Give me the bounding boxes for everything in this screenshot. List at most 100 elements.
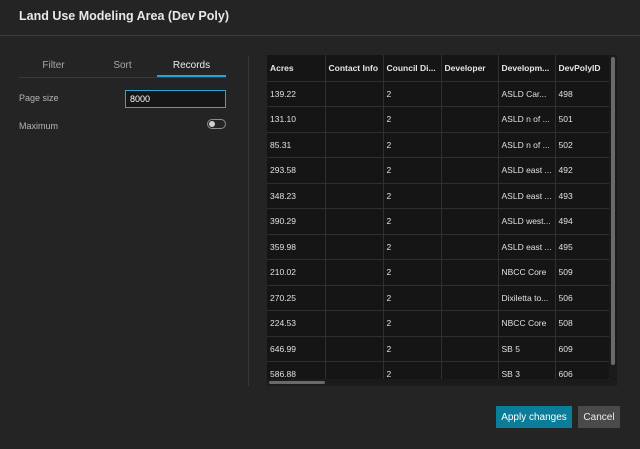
table-cell: 348.23: [267, 183, 326, 209]
table-cell: [441, 106, 499, 133]
table-cell: 2: [383, 234, 442, 260]
table-cell: [441, 285, 499, 311]
column-header[interactable]: Contact Info: [325, 55, 384, 82]
maximum-toggle[interactable]: [207, 119, 226, 129]
table-cell: 493: [555, 183, 610, 209]
tab-filter[interactable]: Filter: [19, 58, 88, 77]
table-cell: 609: [555, 336, 610, 362]
column-header[interactable]: Developer: [441, 55, 499, 82]
vertical-scrollbar[interactable]: [609, 55, 617, 378]
column-header[interactable]: DevPolyID: [555, 55, 610, 82]
table-cell: [441, 208, 499, 235]
table-row[interactable]: 139.22 2 ASLD Car... 498: [267, 81, 610, 107]
panel-divider: [248, 56, 249, 386]
table-cell: [441, 234, 499, 260]
table-cell: 359.98: [267, 234, 326, 260]
table-cell: ASLD west...: [498, 208, 556, 235]
column-header[interactable]: Acres: [267, 55, 326, 82]
table-header-row: Acres Contact Info Council Di... Developer D…: [267, 55, 610, 82]
table-cell: ASLD n of ...: [498, 106, 556, 133]
table-cell: 2: [383, 157, 442, 184]
table-row[interactable]: 359.98 2 ASLD east ... 495: [267, 234, 610, 260]
table-cell: [441, 336, 499, 362]
horizontal-scroll-thumb[interactable]: [269, 381, 325, 384]
table-row[interactable]: 646.99 2 SB 5 609: [267, 336, 610, 362]
table-row[interactable]: 348.23 2 ASLD east ... 493: [267, 183, 610, 209]
table-body: 139.22 2 ASLD Car... 498 131.10 2 ASLD n of ..…: [267, 81, 610, 386]
table-cell: 498: [555, 81, 610, 107]
table-cell: 502: [555, 132, 610, 158]
column-header[interactable]: Developm...: [498, 55, 556, 82]
table-cell: [325, 81, 384, 107]
table-cell: [325, 310, 384, 337]
table-cell: 224.53: [267, 310, 326, 337]
table-cell: 2: [383, 106, 442, 133]
table-row[interactable]: 293.58 2 ASLD east ... 492: [267, 157, 610, 184]
title-divider: [0, 35, 640, 36]
tab-sort[interactable]: Sort: [88, 58, 157, 77]
table-cell: 2: [383, 81, 442, 107]
table-cell: [441, 132, 499, 158]
table-cell: 210.02: [267, 259, 326, 286]
table-cell: 131.10: [267, 106, 326, 133]
table-cell: 501: [555, 106, 610, 133]
table-cell: 2: [383, 208, 442, 235]
table-row[interactable]: 224.53 2 NBCC Core 508: [267, 310, 610, 337]
tab-bar: Filter Sort Records: [19, 58, 226, 78]
table-cell: 492: [555, 157, 610, 184]
column-header[interactable]: Council Di...: [383, 55, 442, 82]
toggle-knob: [209, 121, 215, 127]
dialog-title: Land Use Modeling Area (Dev Poly): [19, 9, 229, 23]
table-cell: 646.99: [267, 336, 326, 362]
table-cell: [325, 336, 384, 362]
table-cell: [325, 132, 384, 158]
table-cell: ASLD east ...: [498, 234, 556, 260]
table-cell: 293.58: [267, 157, 326, 184]
tab-records[interactable]: Records: [157, 58, 226, 77]
table-cell: NBCC Core: [498, 310, 556, 337]
table-cell: 509: [555, 259, 610, 286]
vertical-scroll-thumb[interactable]: [611, 57, 615, 365]
table-cell: 508: [555, 310, 610, 337]
table-row[interactable]: 390.29 2 ASLD west... 494: [267, 208, 610, 235]
table-cell: ASLD Car...: [498, 81, 556, 107]
table-cell: [325, 208, 384, 235]
table-cell: ASLD east ...: [498, 157, 556, 184]
table-cell: 390.29: [267, 208, 326, 235]
table-cell: Dixiletta to...: [498, 285, 556, 311]
table-cell: [325, 183, 384, 209]
table-cell: [325, 157, 384, 184]
table-row[interactable]: 270.25 2 Dixiletta to... 506: [267, 285, 610, 311]
horizontal-scrollbar[interactable]: [267, 379, 617, 386]
table-cell: [441, 157, 499, 184]
table-cell: [325, 285, 384, 311]
table-cell: 2: [383, 183, 442, 209]
table-row[interactable]: 210.02 2 NBCC Core 509: [267, 259, 610, 286]
page-size-input[interactable]: [125, 90, 226, 108]
table-cell: 2: [383, 310, 442, 337]
table-cell: [441, 259, 499, 286]
table-cell: [441, 183, 499, 209]
table-cell: 2: [383, 132, 442, 158]
table-cell: SB 5: [498, 336, 556, 362]
table-cell: [441, 310, 499, 337]
table-row[interactable]: 131.10 2 ASLD n of ... 501: [267, 106, 610, 133]
table-cell: ASLD east ...: [498, 183, 556, 209]
cancel-button[interactable]: Cancel: [578, 406, 620, 428]
table-cell: 506: [555, 285, 610, 311]
table-cell: 494: [555, 208, 610, 235]
apply-changes-button[interactable]: Apply changes: [496, 406, 572, 428]
table-row[interactable]: 85.31 2 ASLD n of ... 502: [267, 132, 610, 158]
table-cell: [441, 81, 499, 107]
table-cell: 2: [383, 285, 442, 311]
table-cell: 85.31: [267, 132, 326, 158]
table-cell: 139.22: [267, 81, 326, 107]
table-cell: 495: [555, 234, 610, 260]
table-cell: [325, 106, 384, 133]
table-cell: 2: [383, 336, 442, 362]
table-cell: [325, 259, 384, 286]
records-table: Acres Contact Info Council Di... Developer D…: [267, 55, 617, 386]
table-cell: 270.25: [267, 285, 326, 311]
table-cell: [325, 234, 384, 260]
table-cell: NBCC Core: [498, 259, 556, 286]
